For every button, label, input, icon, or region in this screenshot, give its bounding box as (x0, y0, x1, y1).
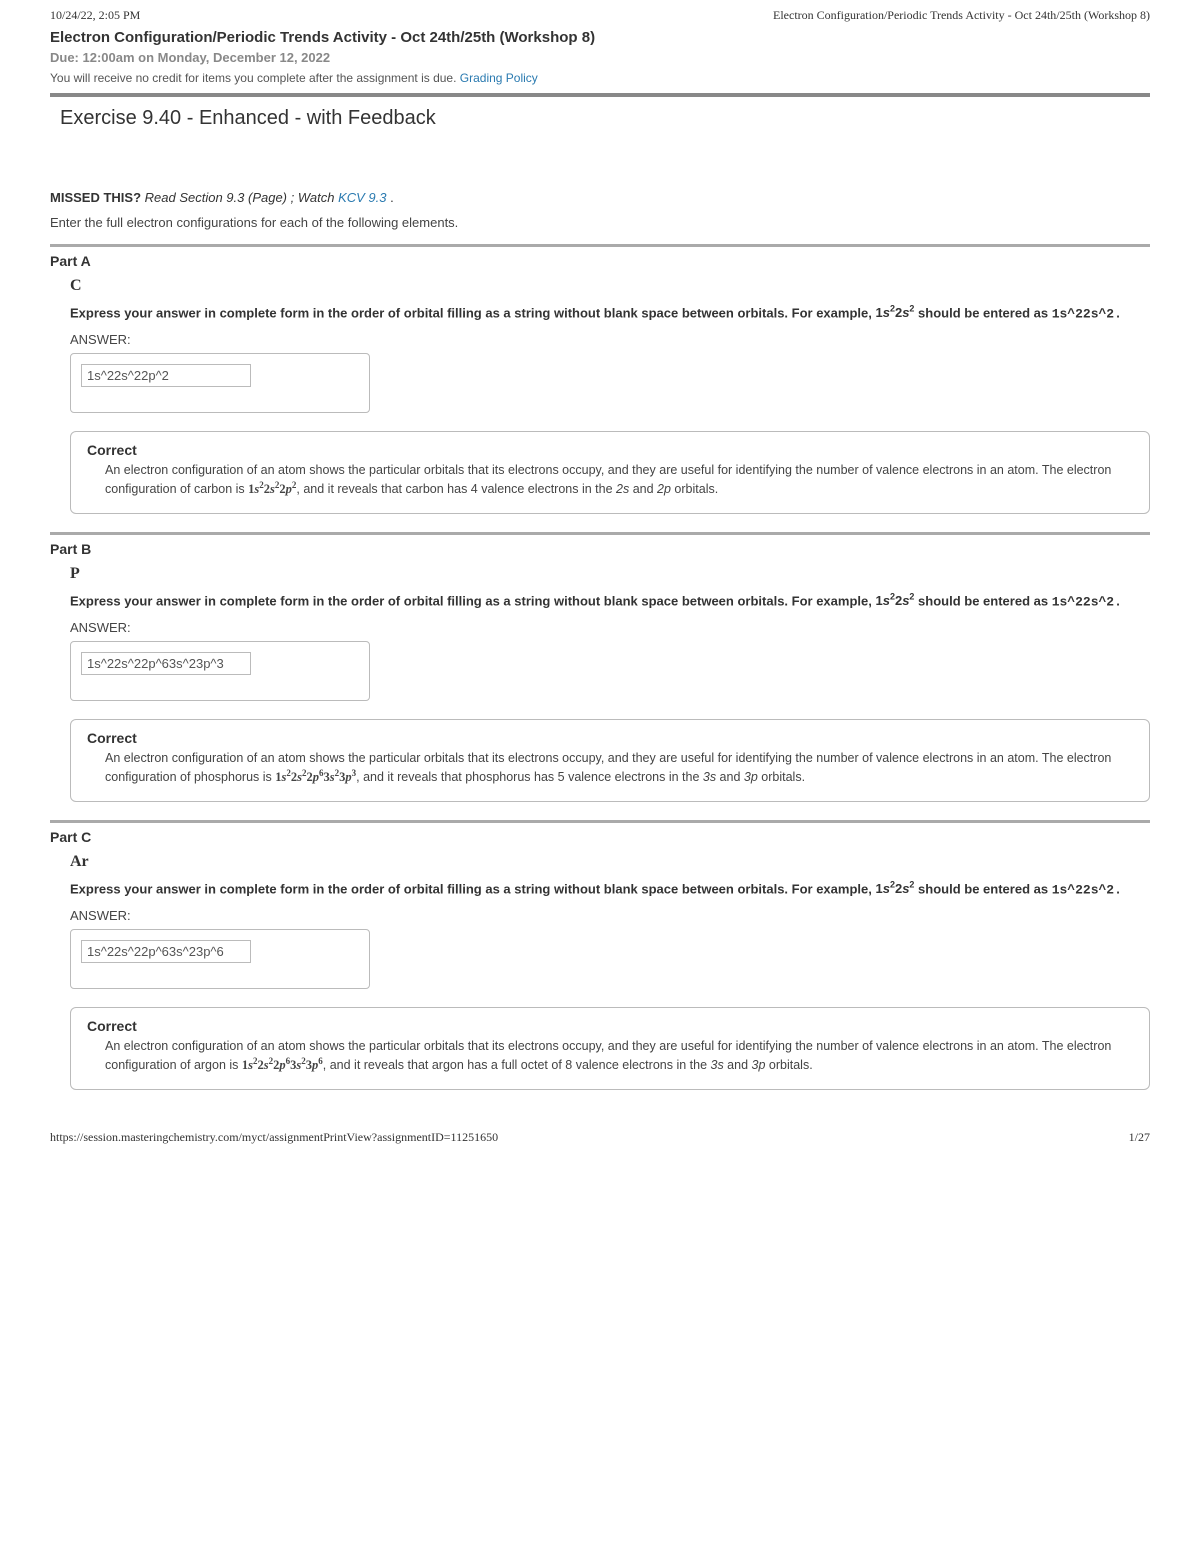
credit-notice: You will receive no credit for items you… (50, 71, 1150, 85)
exercise-title: Exercise 9.40 - Enhanced - with Feedback (60, 107, 1150, 130)
answer-input-a[interactable]: 1s^22s^22p^2 (81, 364, 251, 387)
part-divider (50, 532, 1150, 535)
exercise-instructions: Enter the full electron configurations f… (50, 215, 1150, 230)
element-symbol-c: Ar (70, 853, 1150, 871)
print-footer: https://session.masteringchemistry.com/m… (50, 1130, 1150, 1145)
print-doc-title: Electron Configuration/Periodic Trends A… (773, 8, 1150, 23)
assignment-title: Electron Configuration/Periodic Trends A… (50, 29, 1150, 46)
feedback-title-c: Correct (87, 1018, 1133, 1034)
answer-label-c: ANSWER: (70, 908, 1150, 923)
feedback-text-b: An electron configuration of an atom sho… (105, 750, 1133, 787)
part-divider (50, 244, 1150, 247)
feedback-box-c: Correct An electron configuration of an … (70, 1007, 1150, 1090)
feedback-title-a: Correct (87, 442, 1133, 458)
part-divider (50, 820, 1150, 823)
answer-box-c: 1s^22s^22p^63s^23p^6 (70, 929, 370, 989)
grading-policy-link[interactable]: Grading Policy (460, 71, 538, 85)
answer-box-a: 1s^22s^22p^2 (70, 353, 370, 413)
prompt-b: Express your answer in complete form in … (70, 591, 1150, 612)
element-symbol-b: P (70, 565, 1150, 583)
missed-period: . (386, 190, 393, 205)
footer-page: 1/27 (1129, 1130, 1150, 1145)
feedback-text-c: An electron configuration of an atom sho… (105, 1038, 1133, 1075)
missed-label: MISSED THIS? (50, 190, 141, 205)
answer-label-a: ANSWER: (70, 332, 1150, 347)
header-divider (50, 93, 1150, 97)
footer-url: https://session.masteringchemistry.com/m… (50, 1130, 498, 1145)
answer-input-c[interactable]: 1s^22s^22p^63s^23p^6 (81, 940, 251, 963)
prompt-a: Express your answer in complete form in … (70, 303, 1150, 324)
kcv-link[interactable]: KCV 9.3 (338, 190, 386, 205)
feedback-text-a: An electron configuration of an atom sho… (105, 462, 1133, 499)
answer-box-b: 1s^22s^22p^63s^23p^3 (70, 641, 370, 701)
prompt-c: Express your answer in complete form in … (70, 879, 1150, 900)
missed-this-hint: MISSED THIS? Read Section 9.3 (Page) ; W… (50, 190, 1150, 205)
part-b-label: Part B (50, 541, 1150, 557)
feedback-title-b: Correct (87, 730, 1133, 746)
answer-input-b[interactable]: 1s^22s^22p^63s^23p^3 (81, 652, 251, 675)
element-symbol-a: C (70, 277, 1150, 295)
part-c-label: Part C (50, 829, 1150, 845)
credit-text: You will receive no credit for items you… (50, 71, 460, 85)
print-timestamp: 10/24/22, 2:05 PM (50, 8, 140, 23)
print-header: 10/24/22, 2:05 PM Electron Configuration… (50, 8, 1150, 23)
missed-read-text: Read Section 9.3 (Page) ; Watch (145, 190, 338, 205)
feedback-box-a: Correct An electron configuration of an … (70, 431, 1150, 514)
due-date: Due: 12:00am on Monday, December 12, 202… (50, 50, 1150, 65)
part-a-label: Part A (50, 253, 1150, 269)
feedback-box-b: Correct An electron configuration of an … (70, 719, 1150, 802)
answer-label-b: ANSWER: (70, 620, 1150, 635)
